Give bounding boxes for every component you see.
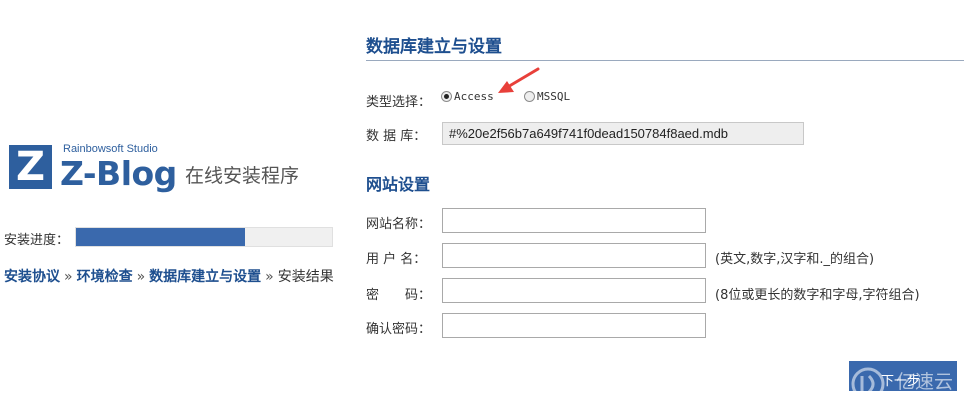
username-label: 用 户 名：	[366, 252, 427, 267]
radio-mssql-label: MSSQL	[537, 90, 571, 103]
db-name-label: 数 据 库：	[366, 129, 427, 144]
username-hint: (英文,数字,汉字和._的组合)	[715, 252, 875, 267]
logo-subtitle: 在线安装程序	[185, 165, 300, 187]
step-license: 安装协议	[4, 269, 60, 285]
radio-access[interactable]: Access	[441, 90, 494, 103]
logo-mark-icon: Z	[9, 145, 52, 189]
next-step-button[interactable]: 下一步	[849, 361, 957, 391]
progress-bar-fill	[76, 228, 245, 246]
site-section-title: 网站设置	[366, 175, 431, 194]
confirm-password-input[interactable]	[442, 313, 706, 338]
step-separator: »	[136, 269, 146, 285]
section-divider	[366, 60, 964, 61]
progress-label: 安装进度：	[4, 233, 70, 248]
step-separator: »	[64, 269, 73, 285]
logo-name-text: Z-Blog	[60, 154, 177, 193]
progress-bar	[75, 227, 333, 247]
red-arrow-icon	[498, 67, 540, 93]
db-type-label: 类型选择：	[366, 95, 432, 110]
step-database: 数据库建立与设置	[149, 269, 262, 285]
username-input[interactable]	[442, 243, 706, 268]
site-name-label: 网站名称：	[366, 217, 432, 232]
step-separator: »	[265, 269, 274, 285]
database-filename-field[interactable]: #%20e2f56b7a649f741f0dead150784f8aed.mdb	[442, 122, 804, 145]
site-name-input[interactable]	[442, 208, 706, 233]
password-hint: (8位或更长的数字和字母,字符组合)	[715, 288, 920, 303]
radio-access-control[interactable]	[441, 91, 452, 102]
install-steps-breadcrumb: 安装协议» 环境检查» 数据库建立与设置» 安装结果	[4, 266, 334, 286]
radio-access-label: Access	[454, 90, 494, 103]
database-section-title: 数据库建立与设置	[366, 37, 502, 57]
password-label: 密 码：	[366, 288, 432, 303]
confirm-password-label: 确认密码：	[366, 322, 432, 337]
step-result: 安装结果	[277, 269, 334, 285]
step-env-check: 环境检查	[76, 269, 133, 285]
password-input[interactable]	[442, 278, 706, 303]
zblog-logo: Z Rainbowsoft Studio Z-Blog 在线安装程序	[9, 143, 329, 193]
